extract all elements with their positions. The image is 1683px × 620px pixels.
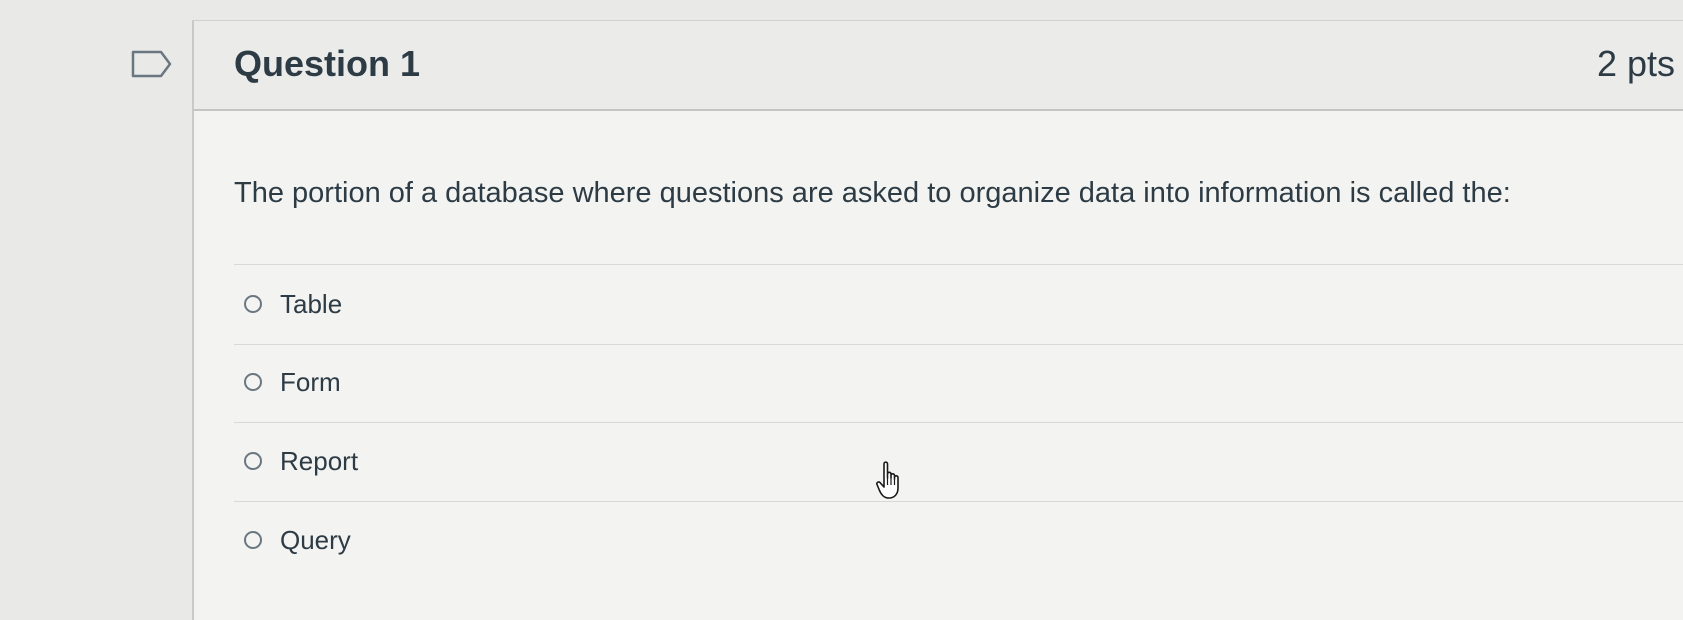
flag-question-button[interactable]: [130, 48, 174, 80]
radio-button[interactable]: [244, 531, 262, 549]
radio-button[interactable]: [244, 295, 262, 313]
question-card: Question 1 2 pts The portion of a databa…: [192, 20, 1683, 620]
answer-option-query[interactable]: Query: [244, 520, 351, 560]
question-text: The portion of a database where question…: [234, 177, 1511, 209]
answer-option-table[interactable]: Table: [244, 284, 342, 324]
radio-button[interactable]: [244, 452, 262, 470]
question-title: Question 1: [234, 43, 421, 84]
question-header: Question 1 2 pts: [194, 21, 1683, 111]
answer-label: Table: [280, 288, 343, 319]
answer-divider: [234, 264, 1683, 265]
answer-option-report[interactable]: Report: [244, 441, 358, 481]
answer-divider: [234, 344, 1683, 345]
flag-icon: [131, 50, 172, 78]
answer-divider: [234, 422, 1683, 423]
answer-option-form[interactable]: Form: [244, 362, 341, 402]
answer-label: Query: [280, 524, 351, 555]
answer-label: Form: [280, 366, 341, 397]
radio-button[interactable]: [244, 373, 262, 391]
hand-pointer-icon: [876, 460, 904, 502]
answer-label: Report: [280, 445, 359, 476]
question-points: 2 pts: [1596, 43, 1675, 84]
answer-divider: [234, 501, 1683, 502]
